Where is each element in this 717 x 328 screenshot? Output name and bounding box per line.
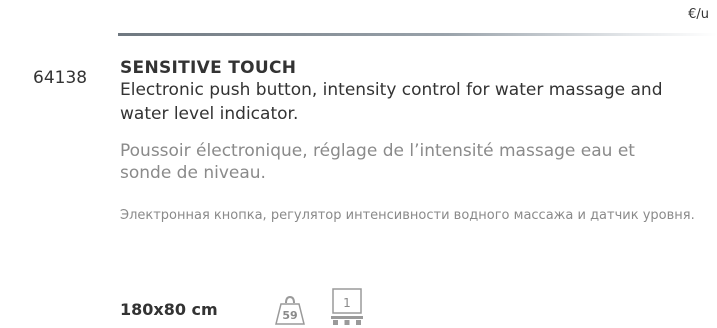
description-english: Electronic push button, intensity contro… xyxy=(120,80,663,124)
price-unit-label: €/u xyxy=(688,7,709,22)
description-russian: Электронная кнопка, регулятор интенсивно… xyxy=(120,208,695,223)
weight-value: 59 xyxy=(282,309,297,322)
product-code: 64138 xyxy=(33,68,88,88)
description-french: Poussoir électronique, réglage de l’inte… xyxy=(120,141,635,183)
pallet-quantity: 1 xyxy=(343,296,351,310)
pallet-icon: 1 xyxy=(331,288,363,325)
product-name: SENSITIVE TOUCH xyxy=(120,58,297,78)
header-rule xyxy=(118,33,717,36)
product-dimensions: 180x80 cm xyxy=(120,300,218,319)
top-bar: €/u xyxy=(0,0,717,42)
weight-icon: 59 xyxy=(275,295,305,325)
